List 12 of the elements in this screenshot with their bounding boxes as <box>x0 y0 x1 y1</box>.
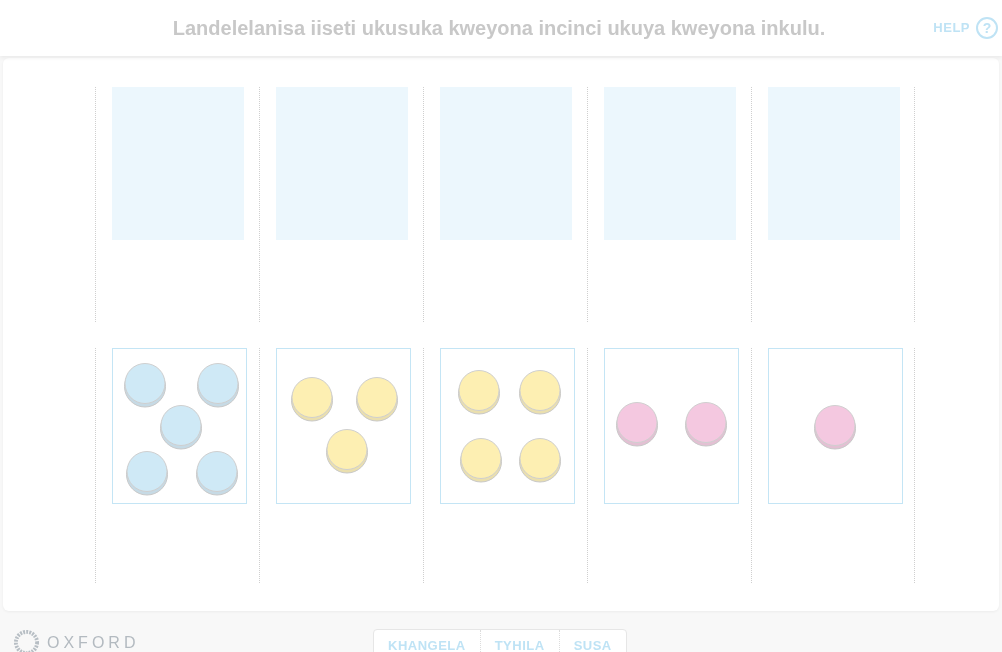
counter-card[interactable] <box>112 348 247 504</box>
counter-card[interactable] <box>604 348 739 504</box>
logo-text: OXFORD <box>47 634 140 651</box>
counter-card[interactable] <box>768 348 903 504</box>
ring-logo-icon <box>13 629 40 652</box>
counter-card[interactable] <box>276 348 411 504</box>
counter-card[interactable] <box>440 348 575 504</box>
footer-button[interactable]: TYHILA <box>479 630 559 652</box>
help-icon: ? <box>976 16 998 39</box>
footer-button[interactable]: KHANGELA <box>374 630 480 652</box>
help-button[interactable]: HELP ? <box>933 16 998 39</box>
footer-button[interactable]: SUSA <box>558 630 626 652</box>
